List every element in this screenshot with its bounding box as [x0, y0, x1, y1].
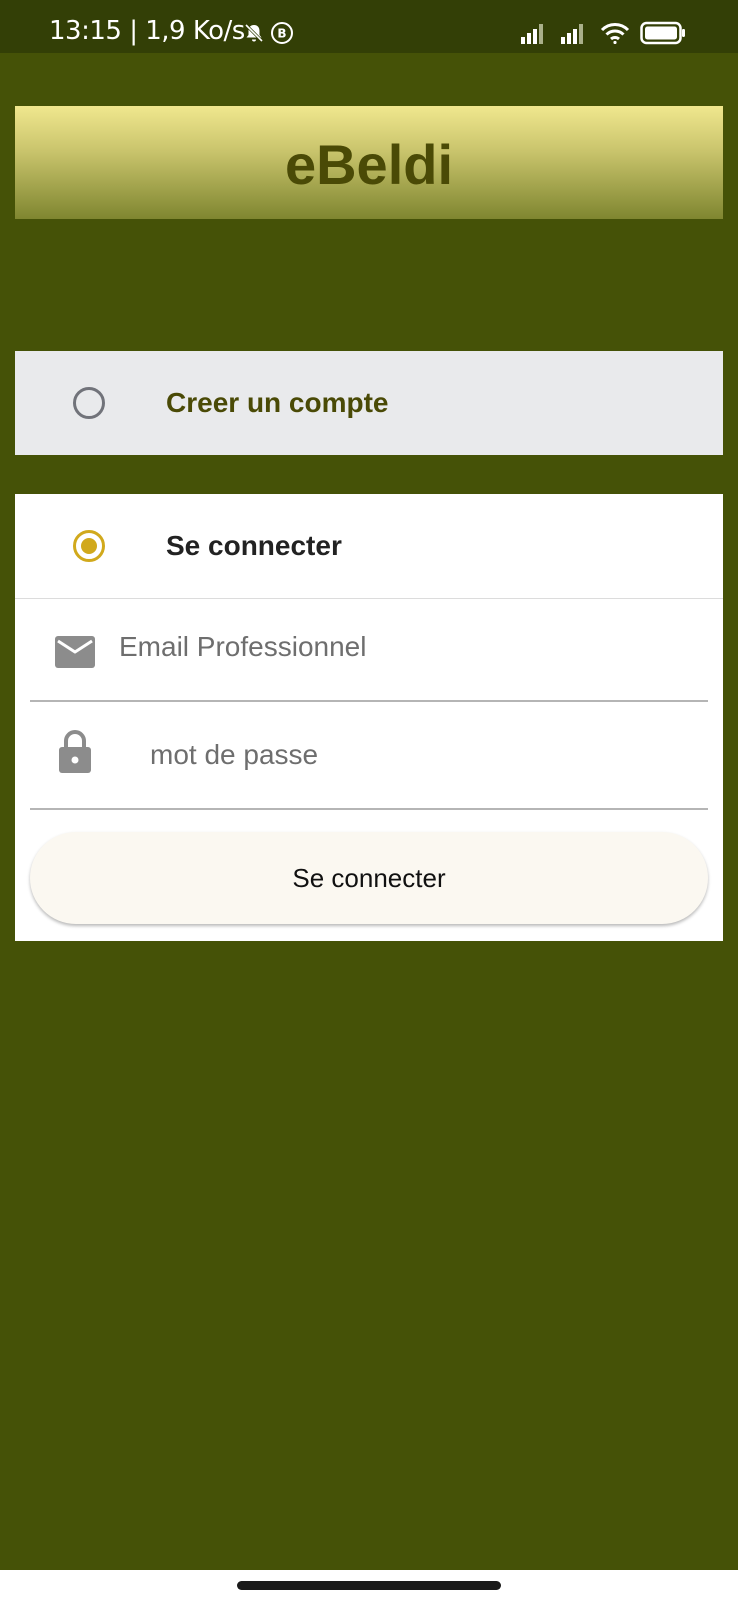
status-bar: 13:15 | 1,9 Ko/s B — [0, 0, 738, 53]
email-field-row — [30, 598, 708, 702]
signal-icon — [560, 22, 590, 44]
status-notification-icons: B — [244, 20, 294, 46]
login-button[interactable]: Se connecter — [30, 832, 708, 924]
login-option-label: Se connecter — [166, 530, 342, 561]
signal-icon — [520, 22, 550, 44]
lock-icon — [58, 730, 92, 779]
alarm-off-icon — [244, 23, 264, 43]
home-indicator[interactable] — [237, 1581, 501, 1590]
password-input[interactable] — [150, 730, 680, 780]
app-title: eBeldi — [284, 133, 454, 196]
mail-icon — [55, 636, 95, 673]
create-account-radio[interactable] — [73, 387, 105, 419]
status-time-speed: 13:15 | 1,9 Ko/s — [49, 16, 245, 46]
wifi-icon — [600, 22, 630, 44]
password-field-row — [30, 706, 708, 810]
svg-text:B: B — [277, 27, 286, 41]
email-input[interactable] — [119, 622, 679, 672]
b-circle-icon: B — [270, 21, 294, 45]
login-radio[interactable] — [73, 530, 105, 562]
header-banner: eBeldi — [15, 106, 723, 219]
create-account-label: Creer un compte — [166, 387, 389, 418]
battery-icon — [640, 21, 686, 45]
login-card: Se connecter Se connecter — [15, 494, 723, 941]
login-option[interactable]: Se connecter — [15, 494, 723, 599]
status-system-icons — [520, 19, 686, 47]
create-account-option[interactable]: Creer un compte — [15, 351, 723, 455]
